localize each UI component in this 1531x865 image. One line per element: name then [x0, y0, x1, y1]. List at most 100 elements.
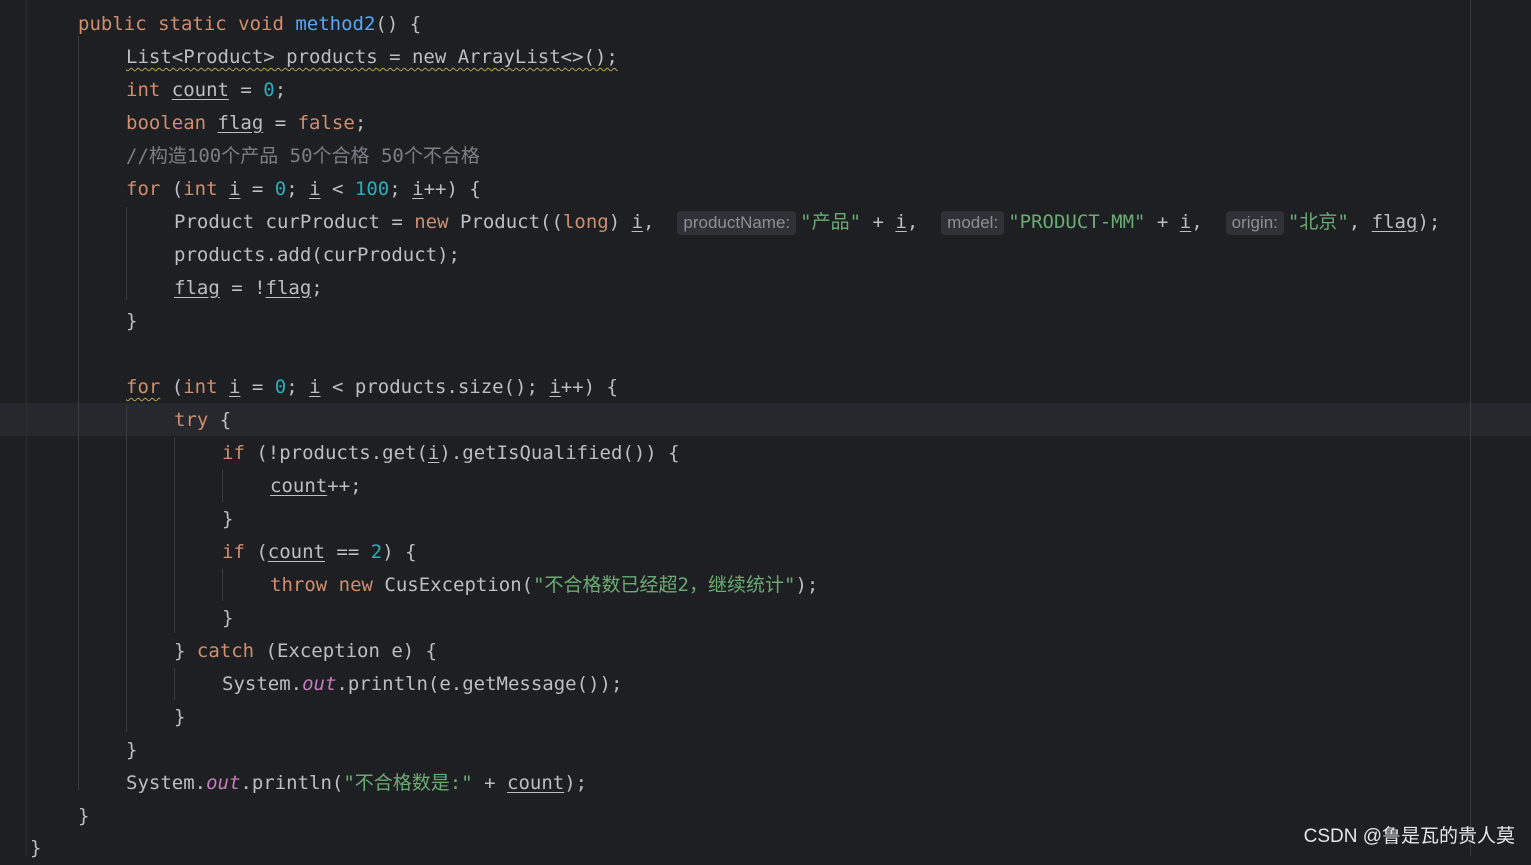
code-token: =	[228, 79, 264, 101]
code-line[interactable]: for (int i = 0; i < products.size(); i++…	[126, 371, 618, 404]
code-token: (	[256, 541, 268, 563]
code-token: +	[861, 211, 896, 233]
code-token: ++) {	[560, 376, 618, 398]
code-token: new	[414, 211, 460, 233]
code-line[interactable]: try {	[174, 404, 231, 437]
code-line[interactable]: boolean flag = false;	[126, 107, 366, 140]
code-line[interactable]: }	[222, 602, 233, 635]
code-token: count	[507, 772, 565, 794]
code-token: boolean	[126, 112, 218, 134]
parameter-hint: productName:	[677, 210, 797, 235]
code-token: i	[549, 376, 561, 398]
indent-guide	[126, 405, 127, 732]
code-token: if	[222, 442, 257, 464]
code-token: ;	[354, 112, 367, 134]
code-token: //构造100个产品 50个合格 50个不合格	[126, 145, 480, 167]
code-token: products.add(curProduct);	[174, 244, 460, 266]
code-token: ;	[274, 79, 287, 101]
code-token: i	[631, 211, 644, 233]
code-token: i	[1179, 211, 1192, 233]
code-token: false	[297, 112, 355, 134]
parameter-hint: origin:	[1225, 210, 1284, 235]
code-line[interactable]: }	[30, 832, 41, 865]
right-margin-guide	[1470, 0, 1471, 856]
code-token: =	[240, 376, 275, 398]
code-token: for	[126, 376, 161, 398]
code-line[interactable]: }	[222, 503, 233, 536]
indent-guide	[78, 36, 79, 790]
code-token: (!products.get(	[256, 442, 428, 464]
code-token: catch	[196, 640, 266, 662]
code-token: ;	[389, 178, 413, 200]
code-token: List<Product> products = new ArrayList<>…	[126, 46, 618, 68]
code-token: <	[320, 178, 355, 200]
code-token: ,	[1348, 211, 1372, 233]
code-token: count	[270, 475, 328, 497]
code-token: .println(	[240, 772, 344, 794]
code-token: =	[263, 112, 298, 134]
code-line[interactable]: }	[126, 734, 137, 767]
code-token: Product((	[459, 211, 563, 233]
code-line[interactable]: List<Product> products = new ArrayList<>…	[126, 41, 618, 74]
code-token: () {	[375, 13, 422, 35]
code-token: i	[309, 376, 321, 398]
code-token: }	[126, 739, 138, 761]
code-token: i	[228, 376, 241, 398]
code-line[interactable]: } catch (Exception e) {	[174, 635, 437, 668]
code-token: flag	[265, 277, 312, 299]
code-token: flag	[174, 277, 220, 299]
code-token: ) {	[382, 541, 417, 563]
code-token: ==	[324, 541, 371, 563]
code-token: count	[267, 541, 325, 563]
code-line[interactable]: if (count == 2) {	[222, 536, 417, 569]
code-token: ;	[311, 277, 323, 299]
code-line[interactable]: throw new CusException("不合格数已经超2，继续统计");	[270, 569, 818, 602]
code-token: System.	[126, 772, 207, 794]
code-token: long	[562, 211, 609, 233]
code-token: ;	[286, 376, 310, 398]
code-token: ++;	[327, 475, 362, 497]
code-line[interactable]: for (int i = 0; i < 100; i++) {	[126, 173, 481, 206]
code-token: );	[564, 772, 588, 794]
code-line[interactable]: }	[78, 800, 89, 833]
code-line[interactable]: products.add(curProduct);	[174, 239, 460, 272]
code-token: ).getIsQualified()) {	[439, 442, 680, 464]
code-line[interactable]: System.out.println(e.getMessage());	[222, 668, 622, 701]
code-line[interactable]: System.out.println("不合格数是:" + count);	[126, 767, 587, 800]
code-token: 2	[370, 541, 383, 563]
code-token: );	[795, 574, 819, 596]
code-line[interactable]: int count = 0;	[126, 74, 286, 107]
code-token: ++) {	[423, 178, 481, 200]
code-token: 100	[354, 178, 390, 200]
code-token: public static void	[78, 13, 296, 35]
code-token: +	[1145, 211, 1180, 233]
code-token: for	[126, 178, 172, 200]
code-line[interactable]: if (!products.get(i).getIsQualified()) {	[222, 437, 680, 470]
code-token: }	[174, 640, 197, 662]
code-token: try	[174, 409, 220, 431]
code-token: ,	[906, 211, 942, 233]
code-line[interactable]: count++;	[270, 470, 362, 503]
code-line[interactable]: }	[174, 701, 185, 734]
code-token: i	[412, 178, 424, 200]
code-token: );	[1417, 211, 1441, 233]
code-token: {	[219, 409, 232, 431]
code-token: ,	[643, 211, 678, 233]
code-token: CusException(	[384, 574, 534, 596]
code-line[interactable]: //构造100个产品 50个合格 50个不合格	[126, 140, 480, 173]
code-token: System.	[222, 673, 303, 695]
code-line[interactable]: }	[126, 305, 137, 338]
watermark-text: CSDN @鲁是瓦的贵人莫	[1303, 826, 1515, 847]
code-token: i	[895, 211, 907, 233]
code-line[interactable]: flag = !flag;	[174, 272, 323, 305]
code-token: throw new	[270, 574, 385, 596]
code-editor[interactable]: public static void method2() { List<Produ…	[0, 0, 1531, 859]
code-token: (Exception e) {	[265, 640, 438, 662]
code-token: flag	[1371, 211, 1418, 233]
code-token: ;	[286, 178, 310, 200]
code-token: out	[206, 772, 241, 794]
code-line[interactable]: Product curProduct = new Product((long) …	[174, 206, 1440, 239]
code-token: count	[171, 79, 229, 101]
code-token: i	[427, 442, 440, 464]
code-line[interactable]: public static void method2() {	[78, 8, 421, 41]
